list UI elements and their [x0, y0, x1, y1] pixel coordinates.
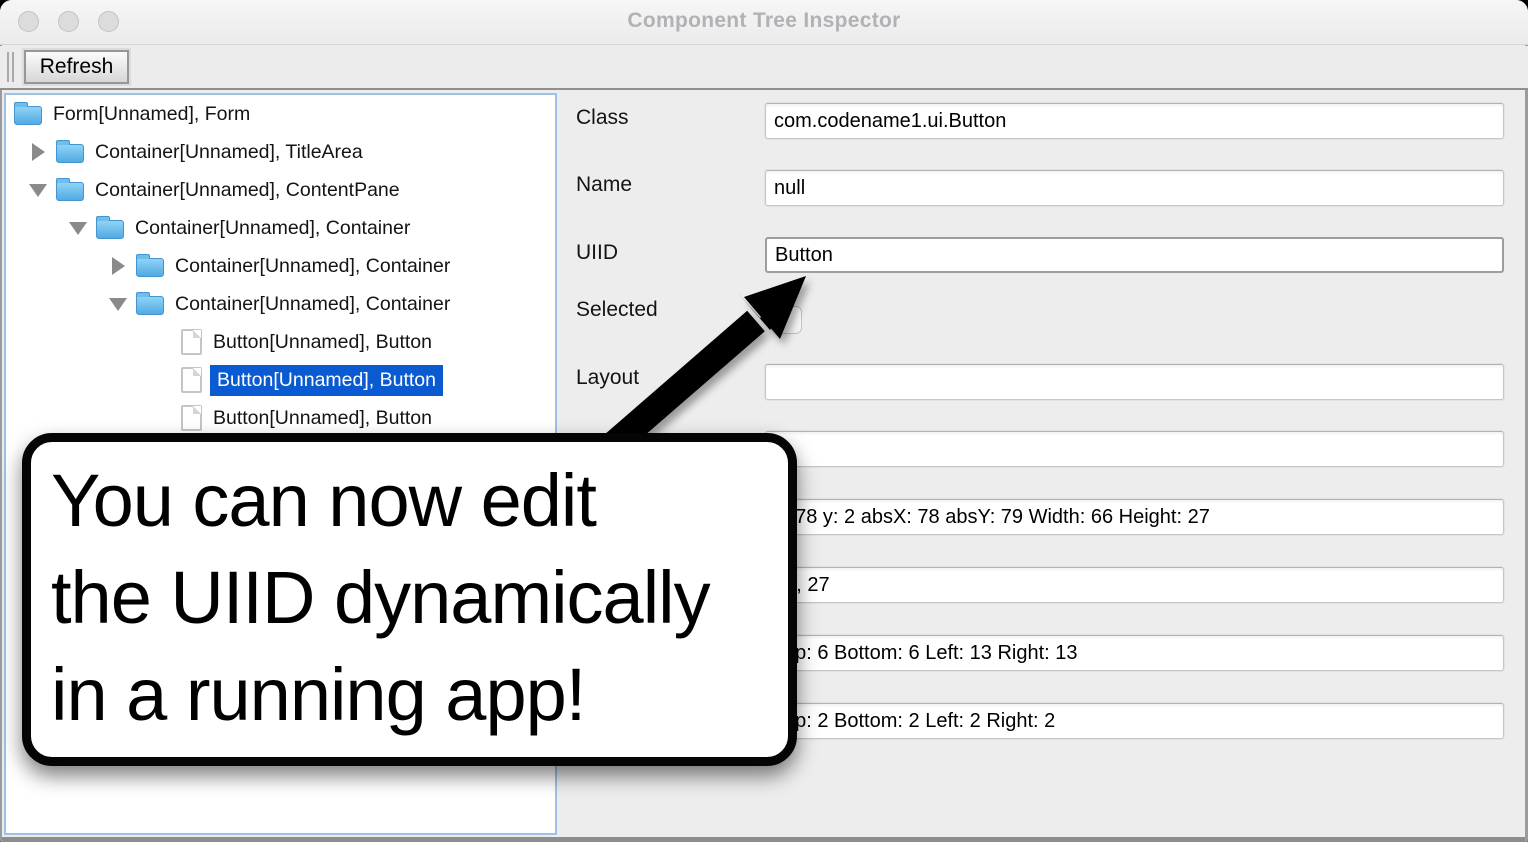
name-field[interactable] [765, 170, 1504, 206]
collapse-icon[interactable] [100, 298, 136, 311]
tree-item-label[interactable]: Form[Unnamed], Form [53, 103, 250, 126]
tree-item-label[interactable]: Container[Unnamed], ContentPane [95, 179, 400, 202]
tree-item-label[interactable]: Button[Unnamed], Button [213, 407, 432, 430]
toolbar: Refresh [0, 46, 1528, 90]
folder-icon [136, 258, 164, 277]
tree-item[interactable]: Container[Unnamed], Container [6, 247, 555, 285]
callout-text-line: the UIID dynamically [51, 549, 788, 646]
margin-field[interactable] [765, 703, 1504, 739]
app-window: Component Tree Inspector Refresh Form[Un… [0, 0, 1528, 842]
preferred-size-field[interactable] [765, 567, 1504, 603]
folder-icon [56, 144, 84, 163]
name-label: Name [576, 173, 632, 197]
tree-item[interactable]: Container[Unnamed], ContentPane [6, 171, 555, 209]
coordinates-field[interactable] [765, 499, 1504, 535]
tree-item[interactable]: Container[Unnamed], Container [6, 285, 555, 323]
tree-item-label[interactable]: Container[Unnamed], Container [175, 255, 450, 278]
uiid-label: UIID [576, 241, 618, 265]
file-icon [181, 367, 202, 393]
tree-item[interactable]: Form[Unnamed], Form [6, 95, 555, 133]
callout-text-line: You can now edit [51, 452, 788, 549]
tree-item[interactable]: Button[Unnamed], Button [6, 323, 555, 361]
tree-item-label[interactable]: Button[Unnamed], Button [213, 331, 432, 354]
window-title: Component Tree Inspector [0, 9, 1528, 33]
tree-item[interactable]: Container[Unnamed], TitleArea [6, 133, 555, 171]
file-icon [181, 329, 202, 355]
collapse-icon[interactable] [20, 184, 56, 197]
padding-field[interactable] [765, 635, 1504, 671]
constraint-field[interactable] [765, 431, 1504, 467]
refresh-button[interactable]: Refresh [24, 50, 129, 84]
folder-icon [14, 106, 42, 125]
tree-item-label[interactable]: Container[Unnamed], Container [175, 293, 450, 316]
tree-item[interactable]: Button[Unnamed], Button [6, 399, 555, 437]
folder-icon [56, 182, 84, 201]
tree-item-label[interactable]: Button[Unnamed], Button [210, 365, 443, 396]
tree-item-label[interactable]: Container[Unnamed], TitleArea [95, 141, 363, 164]
layout-field[interactable] [765, 364, 1504, 400]
callout-text-line: in a running app! [51, 646, 788, 743]
layout-label: Layout [576, 366, 639, 390]
tree-item[interactable]: Container[Unnamed], Container [6, 209, 555, 247]
tree-item-label[interactable]: Container[Unnamed], Container [135, 217, 410, 240]
callout-bubble: You can now edit the UIID dynamically in… [22, 433, 797, 766]
file-icon [181, 405, 202, 431]
selected-checkbox[interactable] [774, 306, 802, 334]
class-field[interactable] [765, 103, 1504, 139]
folder-icon [96, 220, 124, 239]
expand-icon[interactable] [20, 143, 56, 161]
class-label: Class [576, 106, 629, 130]
uiid-field[interactable] [765, 237, 1504, 273]
expand-icon[interactable] [100, 257, 136, 275]
title-bar[interactable]: Component Tree Inspector [0, 0, 1528, 45]
tree-item[interactable]: Button[Unnamed], Button [6, 361, 555, 399]
folder-icon [136, 296, 164, 315]
collapse-icon[interactable] [60, 222, 96, 235]
toolbar-drag-handle[interactable] [7, 52, 14, 82]
selected-label: Selected [576, 298, 658, 322]
